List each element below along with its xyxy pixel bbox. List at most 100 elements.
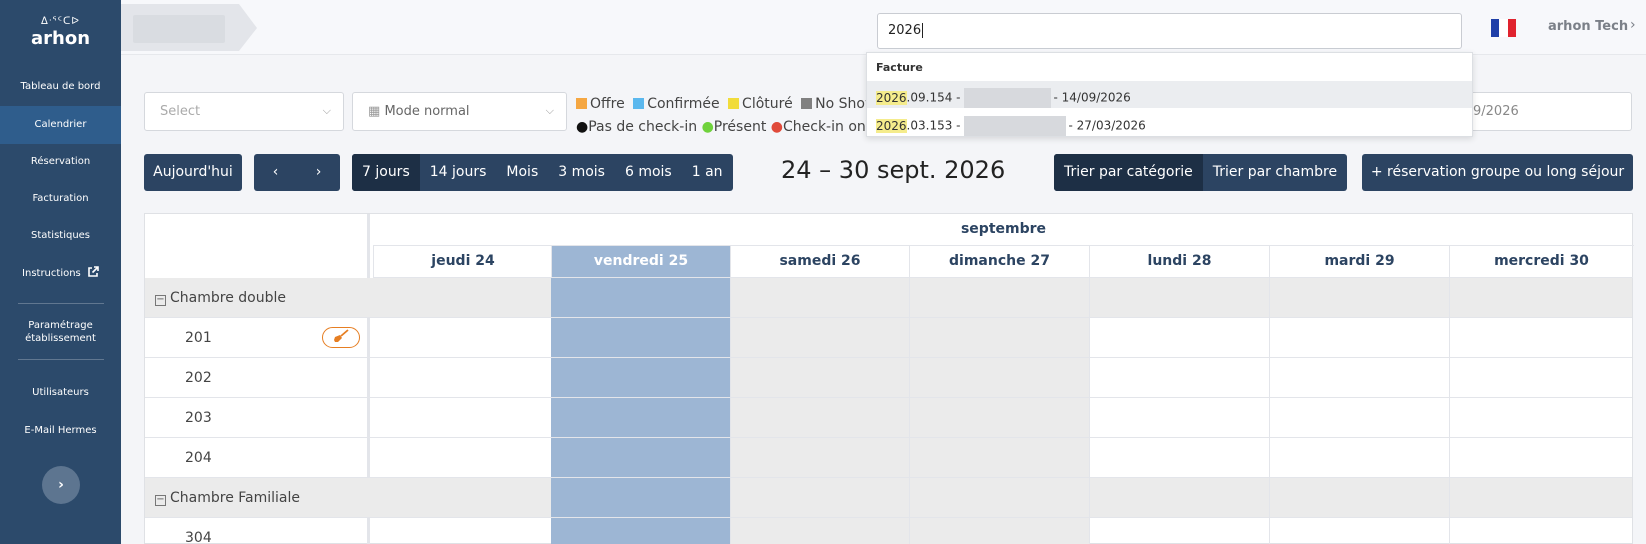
- date-range-field[interactable]: 9/2026: [1462, 92, 1632, 131]
- france-flag-icon[interactable]: [1491, 19, 1516, 37]
- next-button[interactable]: ›: [297, 154, 340, 191]
- collapse-minus-icon[interactable]: −: [155, 495, 166, 506]
- logo-mark: ᐃᐧᕐᑦᑕᐅ: [41, 16, 80, 27]
- day-header[interactable]: mardi 29: [1269, 246, 1449, 278]
- status-legend-row: Offre Confirmée Clôturé No Show: [576, 93, 876, 116]
- sort-by-category-button[interactable]: Trier par catégorie: [1054, 154, 1203, 191]
- flag-stripe-blue: [1491, 19, 1500, 37]
- day-header[interactable]: dimanche 27: [909, 246, 1089, 278]
- column-divider: [1269, 278, 1270, 544]
- flag-stripe-red: [1507, 19, 1516, 37]
- sidebar-item-statistiques[interactable]: Statistiques: [0, 229, 121, 242]
- sidebar-item-utilisateurs[interactable]: Utilisateurs: [0, 386, 121, 399]
- category-label[interactable]: − Chambre double: [155, 278, 286, 318]
- user-menu-name[interactable]: arhon Tech: [1548, 19, 1628, 34]
- select-placeholder: Select: [160, 104, 201, 119]
- result-date: - 27/03/2026: [1068, 118, 1146, 133]
- calendar-icon: ▦: [368, 104, 381, 119]
- sidebar-divider: [18, 359, 104, 360]
- match-highlight: 2026: [876, 118, 907, 133]
- calendar-grid: septembre jeudi 24 vendredi 25 samedi 26…: [144, 213, 1634, 544]
- sidebar-item-instructions[interactable]: Instructions: [0, 266, 121, 280]
- category-select[interactable]: Select ⌵: [144, 92, 344, 131]
- legend-label: Pas de check-in: [588, 119, 698, 135]
- collapse-minus-icon[interactable]: −: [155, 295, 166, 306]
- room-row: 203: [145, 398, 1632, 438]
- today-button[interactable]: Aujourd'hui: [144, 154, 242, 191]
- chevron-down-icon: ⌵: [322, 104, 331, 117]
- room-row: 202: [145, 358, 1632, 398]
- view-1-an[interactable]: 1 an: [682, 154, 733, 191]
- search-input-value: 2026: [888, 23, 922, 38]
- person-red-icon: ●: [770, 119, 783, 135]
- breadcrumb[interactable]: [121, 4, 239, 51]
- category-row: − Chambre Familiale: [145, 478, 1632, 518]
- room-number: 202: [185, 370, 212, 386]
- legend-label: Offre: [590, 96, 625, 112]
- day-header[interactable]: jeudi 24: [373, 246, 552, 278]
- selected-day-cell[interactable]: [551, 318, 730, 357]
- view-mois[interactable]: Mois: [496, 154, 548, 191]
- app-logo[interactable]: ᐃᐧᕐᑦᑕᐅ arhon: [0, 16, 121, 50]
- sidebar-item-tableau-de-bord[interactable]: Tableau de bord: [0, 80, 121, 95]
- legend-label: Clôturé: [742, 96, 793, 112]
- selected-day-cell[interactable]: [551, 478, 730, 517]
- offre-swatch: [576, 98, 587, 109]
- selected-day-cell[interactable]: [551, 278, 730, 317]
- mode-select-value: Mode normal: [384, 104, 470, 119]
- day-header[interactable]: mercredi 30: [1449, 246, 1633, 278]
- date-range-title: 24 – 30 sept. 2026: [781, 156, 1006, 184]
- sidebar: ᐃᐧᕐᑦᑕᐅ arhon Tableau de bord Calendrier …: [0, 0, 121, 544]
- previous-button[interactable]: ‹: [254, 154, 297, 191]
- match-highlight: 2026: [876, 90, 907, 105]
- sidebar-item-label: Instructions: [22, 268, 81, 279]
- room-number: 204: [185, 450, 212, 466]
- column-divider: [909, 278, 910, 544]
- column-divider: [1449, 278, 1450, 544]
- dropdown-section-header: Facture: [876, 61, 923, 74]
- view-14-jours[interactable]: 14 jours: [420, 154, 497, 191]
- view-6-mois[interactable]: 6 mois: [615, 154, 682, 191]
- chevron-right-icon[interactable]: ›: [1630, 17, 1636, 33]
- selected-day-cell[interactable]: [551, 438, 730, 477]
- month-header: septembre: [373, 214, 1634, 246]
- search-result-item[interactable]: 2026.09.154 - - 14/09/2026: [867, 81, 1472, 108]
- search-result-item[interactable]: 2026.03.153 - - 27/03/2026: [867, 109, 1472, 136]
- view-3-mois[interactable]: 3 mois: [548, 154, 615, 191]
- selected-day-cell[interactable]: [551, 398, 730, 437]
- category-row: − Chambre double: [145, 278, 1632, 318]
- category-name: Chambre double: [170, 290, 286, 306]
- day-header[interactable]: samedi 26: [730, 246, 909, 278]
- view-7-jours[interactable]: 7 jours: [352, 154, 420, 191]
- sidebar-item-email-hermes[interactable]: E-Mail Hermes: [0, 424, 121, 437]
- cloture-swatch: [728, 98, 740, 109]
- mode-select[interactable]: ▦ Mode normal ⌵: [352, 92, 567, 131]
- sort-by-room-button[interactable]: Trier par chambre: [1203, 154, 1347, 191]
- day-header[interactable]: lundi 28: [1089, 246, 1269, 278]
- legend-label: Check-in onlin: [782, 119, 876, 135]
- sidebar-collapse-button[interactable]: ›: [42, 466, 80, 504]
- sidebar-item-parametrage[interactable]: Paramétrage établissement: [0, 319, 121, 345]
- room-number: 201: [185, 330, 212, 346]
- chevron-right-icon: ›: [315, 164, 322, 180]
- room-row: 204: [145, 438, 1632, 478]
- group-booking-button[interactable]: + réservation groupe ou long séjour: [1362, 154, 1633, 191]
- day-header-selected[interactable]: vendredi 25: [551, 246, 730, 278]
- result-ref: .09.154 -: [906, 90, 961, 105]
- status-legend: Offre Confirmée Clôturé No Show ●Pas de …: [576, 93, 876, 139]
- sidebar-item-calendrier[interactable]: Calendrier: [0, 106, 121, 144]
- prev-next-group: ‹ ›: [254, 154, 340, 191]
- sidebar-item-reservation[interactable]: Réservation: [0, 155, 121, 168]
- room-number: 304: [185, 530, 212, 544]
- sidebar-item-facturation[interactable]: Facturation: [0, 192, 121, 205]
- category-label[interactable]: − Chambre Familiale: [155, 478, 300, 518]
- search-input[interactable]: 2026: [877, 13, 1462, 49]
- chevron-down-icon: ⌵: [545, 104, 554, 117]
- cleaning-status-badge[interactable]: [322, 327, 360, 348]
- selected-day-cell[interactable]: [551, 518, 730, 544]
- column-divider: [730, 278, 731, 544]
- date-range-value: 9/2026: [1473, 104, 1519, 119]
- person-black-icon: ●: [576, 119, 589, 135]
- selected-day-cell[interactable]: [551, 358, 730, 397]
- sort-group: Trier par catégorie Trier par chambre: [1054, 154, 1348, 191]
